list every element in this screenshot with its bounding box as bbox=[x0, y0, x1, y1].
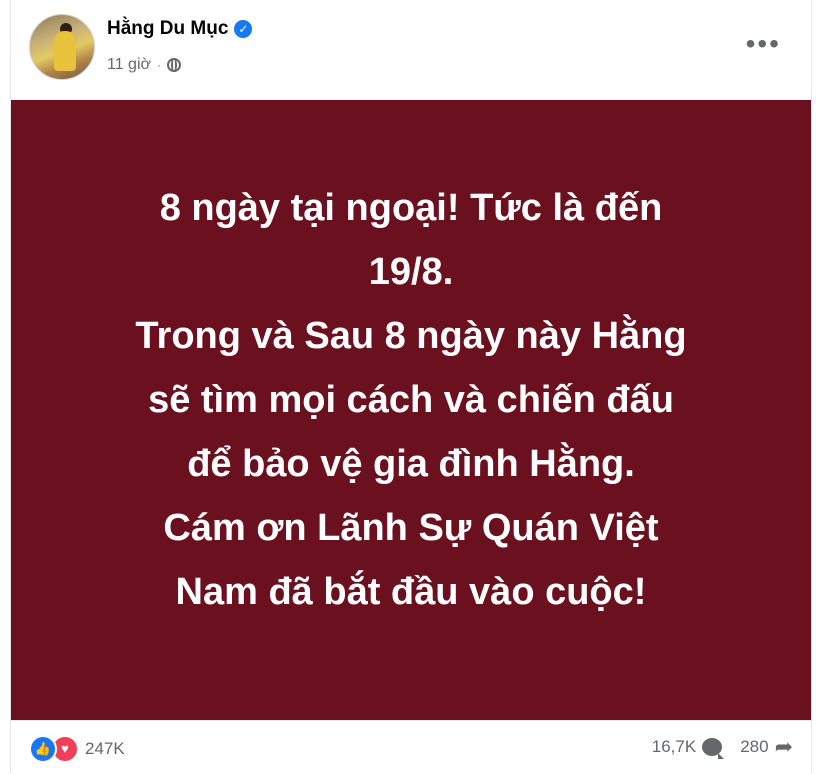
poster-line: Cám ơn Lãnh Sự Quán Việt bbox=[163, 507, 659, 549]
post-header: Hằng Du Mục ✓ 11 giờ · ••• bbox=[29, 14, 811, 84]
post-card: Hằng Du Mục ✓ 11 giờ · ••• 8 ngày tại ng… bbox=[10, 0, 812, 773]
more-options-button[interactable]: ••• bbox=[746, 30, 781, 58]
verified-badge-icon: ✓ bbox=[234, 20, 253, 38]
post-timestamp[interactable]: 11 giờ bbox=[107, 56, 151, 74]
poster-line: Nam đã bắt đầu vào cuộc! bbox=[175, 571, 647, 613]
engagement-stats: 16,7K 280 ➦ bbox=[652, 734, 793, 759]
avatar-figure-body bbox=[54, 31, 76, 71]
meta-separator: · bbox=[157, 58, 161, 72]
post-meta: 11 giờ · bbox=[107, 56, 181, 74]
reactions-count[interactable]: 247K bbox=[85, 739, 125, 759]
shares-count[interactable]: 280 bbox=[740, 737, 768, 757]
share-icon: ➦ bbox=[774, 734, 793, 759]
reactions-summary[interactable]: 👍 ♥ 247K bbox=[29, 735, 125, 763]
like-reaction-icon: 👍 bbox=[29, 735, 57, 763]
author-row: Hằng Du Mục ✓ bbox=[107, 18, 253, 40]
comment-icon bbox=[702, 738, 725, 759]
post-footer: 👍 ♥ 247K 16,7K 280 ➦ bbox=[11, 720, 811, 774]
poster-line: 19/8. bbox=[368, 251, 454, 293]
author-avatar[interactable] bbox=[29, 14, 95, 80]
globe-icon[interactable] bbox=[167, 58, 181, 72]
author-name[interactable]: Hằng Du Mục bbox=[107, 18, 228, 40]
comments-count[interactable]: 16,7K bbox=[652, 737, 696, 757]
poster-line: Trong và Sau 8 ngày này Hằng bbox=[135, 315, 687, 357]
poster-line: để bảo vệ gia đình Hằng. bbox=[187, 443, 635, 485]
poster-line: 8 ngày tại ngoại! Tức là đến bbox=[159, 187, 663, 229]
poster-text: 8 ngày tại ngoại! Tức là đến 19/8. Trong… bbox=[51, 176, 771, 624]
post-image[interactable]: 8 ngày tại ngoại! Tức là đến 19/8. Trong… bbox=[11, 100, 811, 720]
poster-line: sẽ tìm mọi cách và chiến đấu bbox=[148, 379, 674, 421]
